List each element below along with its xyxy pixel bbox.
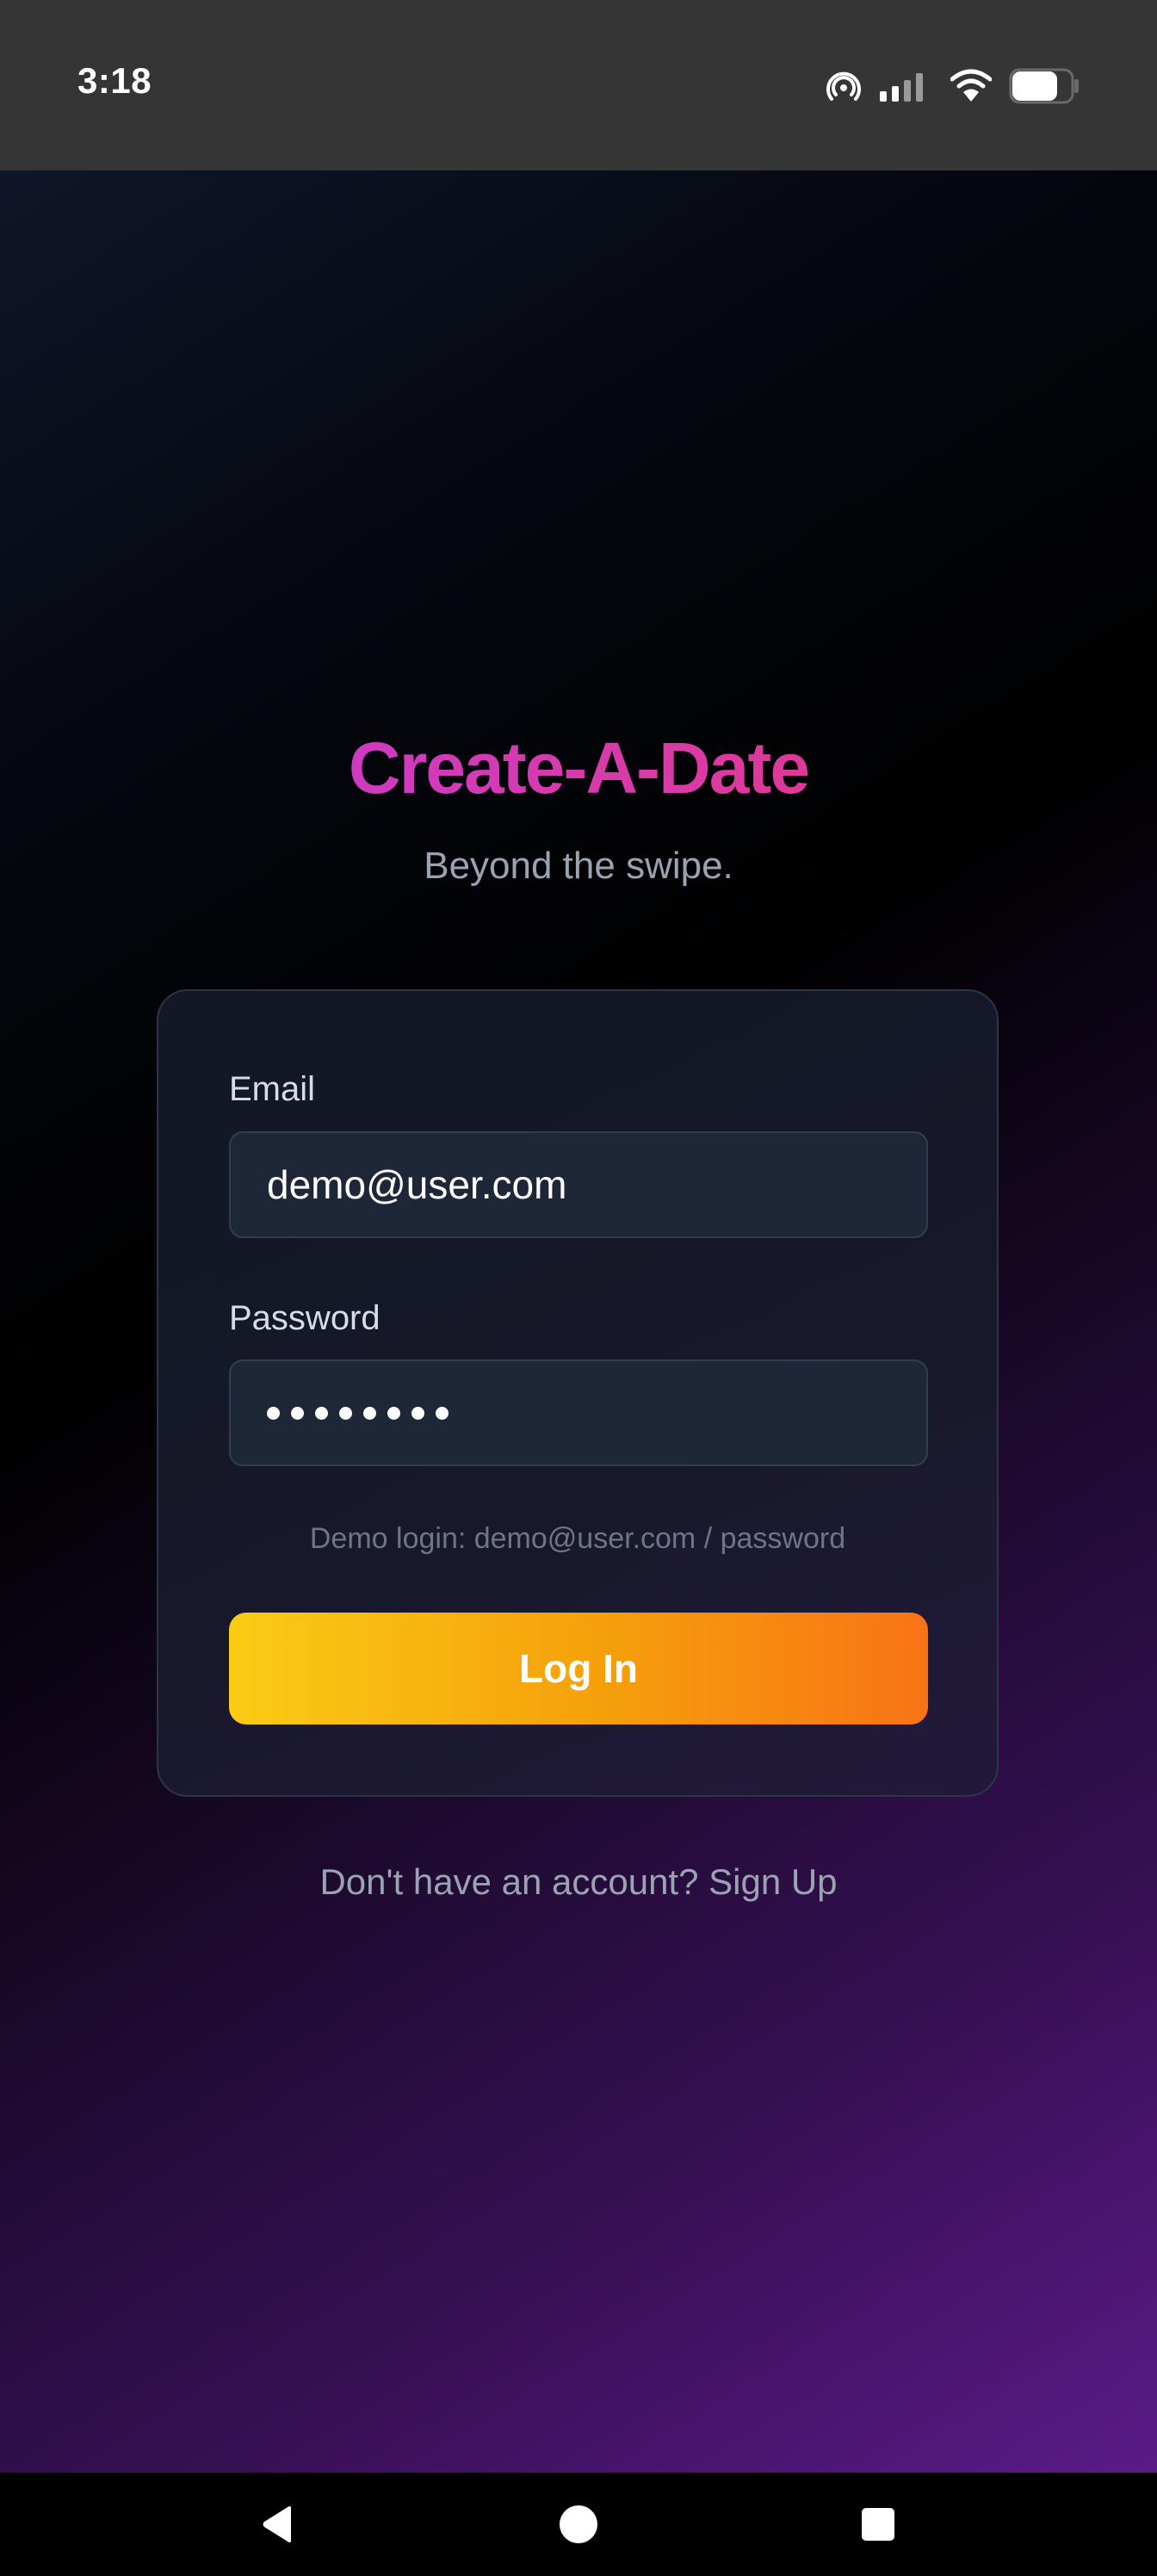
password-dot	[387, 1406, 400, 1420]
navigation-bar	[0, 2473, 1157, 2576]
app-title: Create-A-Date	[0, 732, 1157, 804]
login-screen: 3:18 Create-A-Date Beyond the swipe. Ema…	[0, 0, 1157, 2576]
hotspot-icon	[826, 69, 861, 103]
recents-icon[interactable]	[862, 2508, 894, 2541]
signal-icon	[878, 69, 933, 103]
battery-icon	[1009, 68, 1080, 104]
password-input[interactable]	[229, 1359, 928, 1466]
password-dot	[411, 1406, 424, 1420]
back-icon[interactable]	[260, 2505, 294, 2548]
email-label: Email	[229, 1070, 316, 1108]
password-dot	[291, 1406, 304, 1420]
password-mask	[267, 1406, 449, 1420]
password-dot	[339, 1406, 352, 1420]
status-time: 3:18	[77, 60, 152, 101]
password-dot	[315, 1406, 328, 1420]
password-dot	[436, 1406, 449, 1420]
app-tagline: Beyond the swipe.	[424, 845, 733, 887]
signup-link[interactable]: Don't have an account? Sign Up	[0, 1864, 1157, 1900]
status-icons	[826, 64, 1080, 108]
password-dot	[363, 1406, 376, 1420]
email-value: demo@user.com	[267, 1162, 567, 1207]
password-label: Password	[229, 1299, 381, 1337]
login-button[interactable]: Log In	[229, 1613, 928, 1725]
demo-login-hint: Demo login: demo@user.com / password	[309, 1522, 846, 1555]
login-card: Email demo@user.com Password Demo login:…	[157, 989, 999, 1797]
status-bar: 3:18	[0, 0, 1157, 170]
home-icon[interactable]	[560, 2505, 597, 2543]
email-input[interactable]: demo@user.com	[229, 1131, 928, 1238]
password-dot	[267, 1406, 280, 1420]
wifi-icon	[950, 69, 992, 103]
